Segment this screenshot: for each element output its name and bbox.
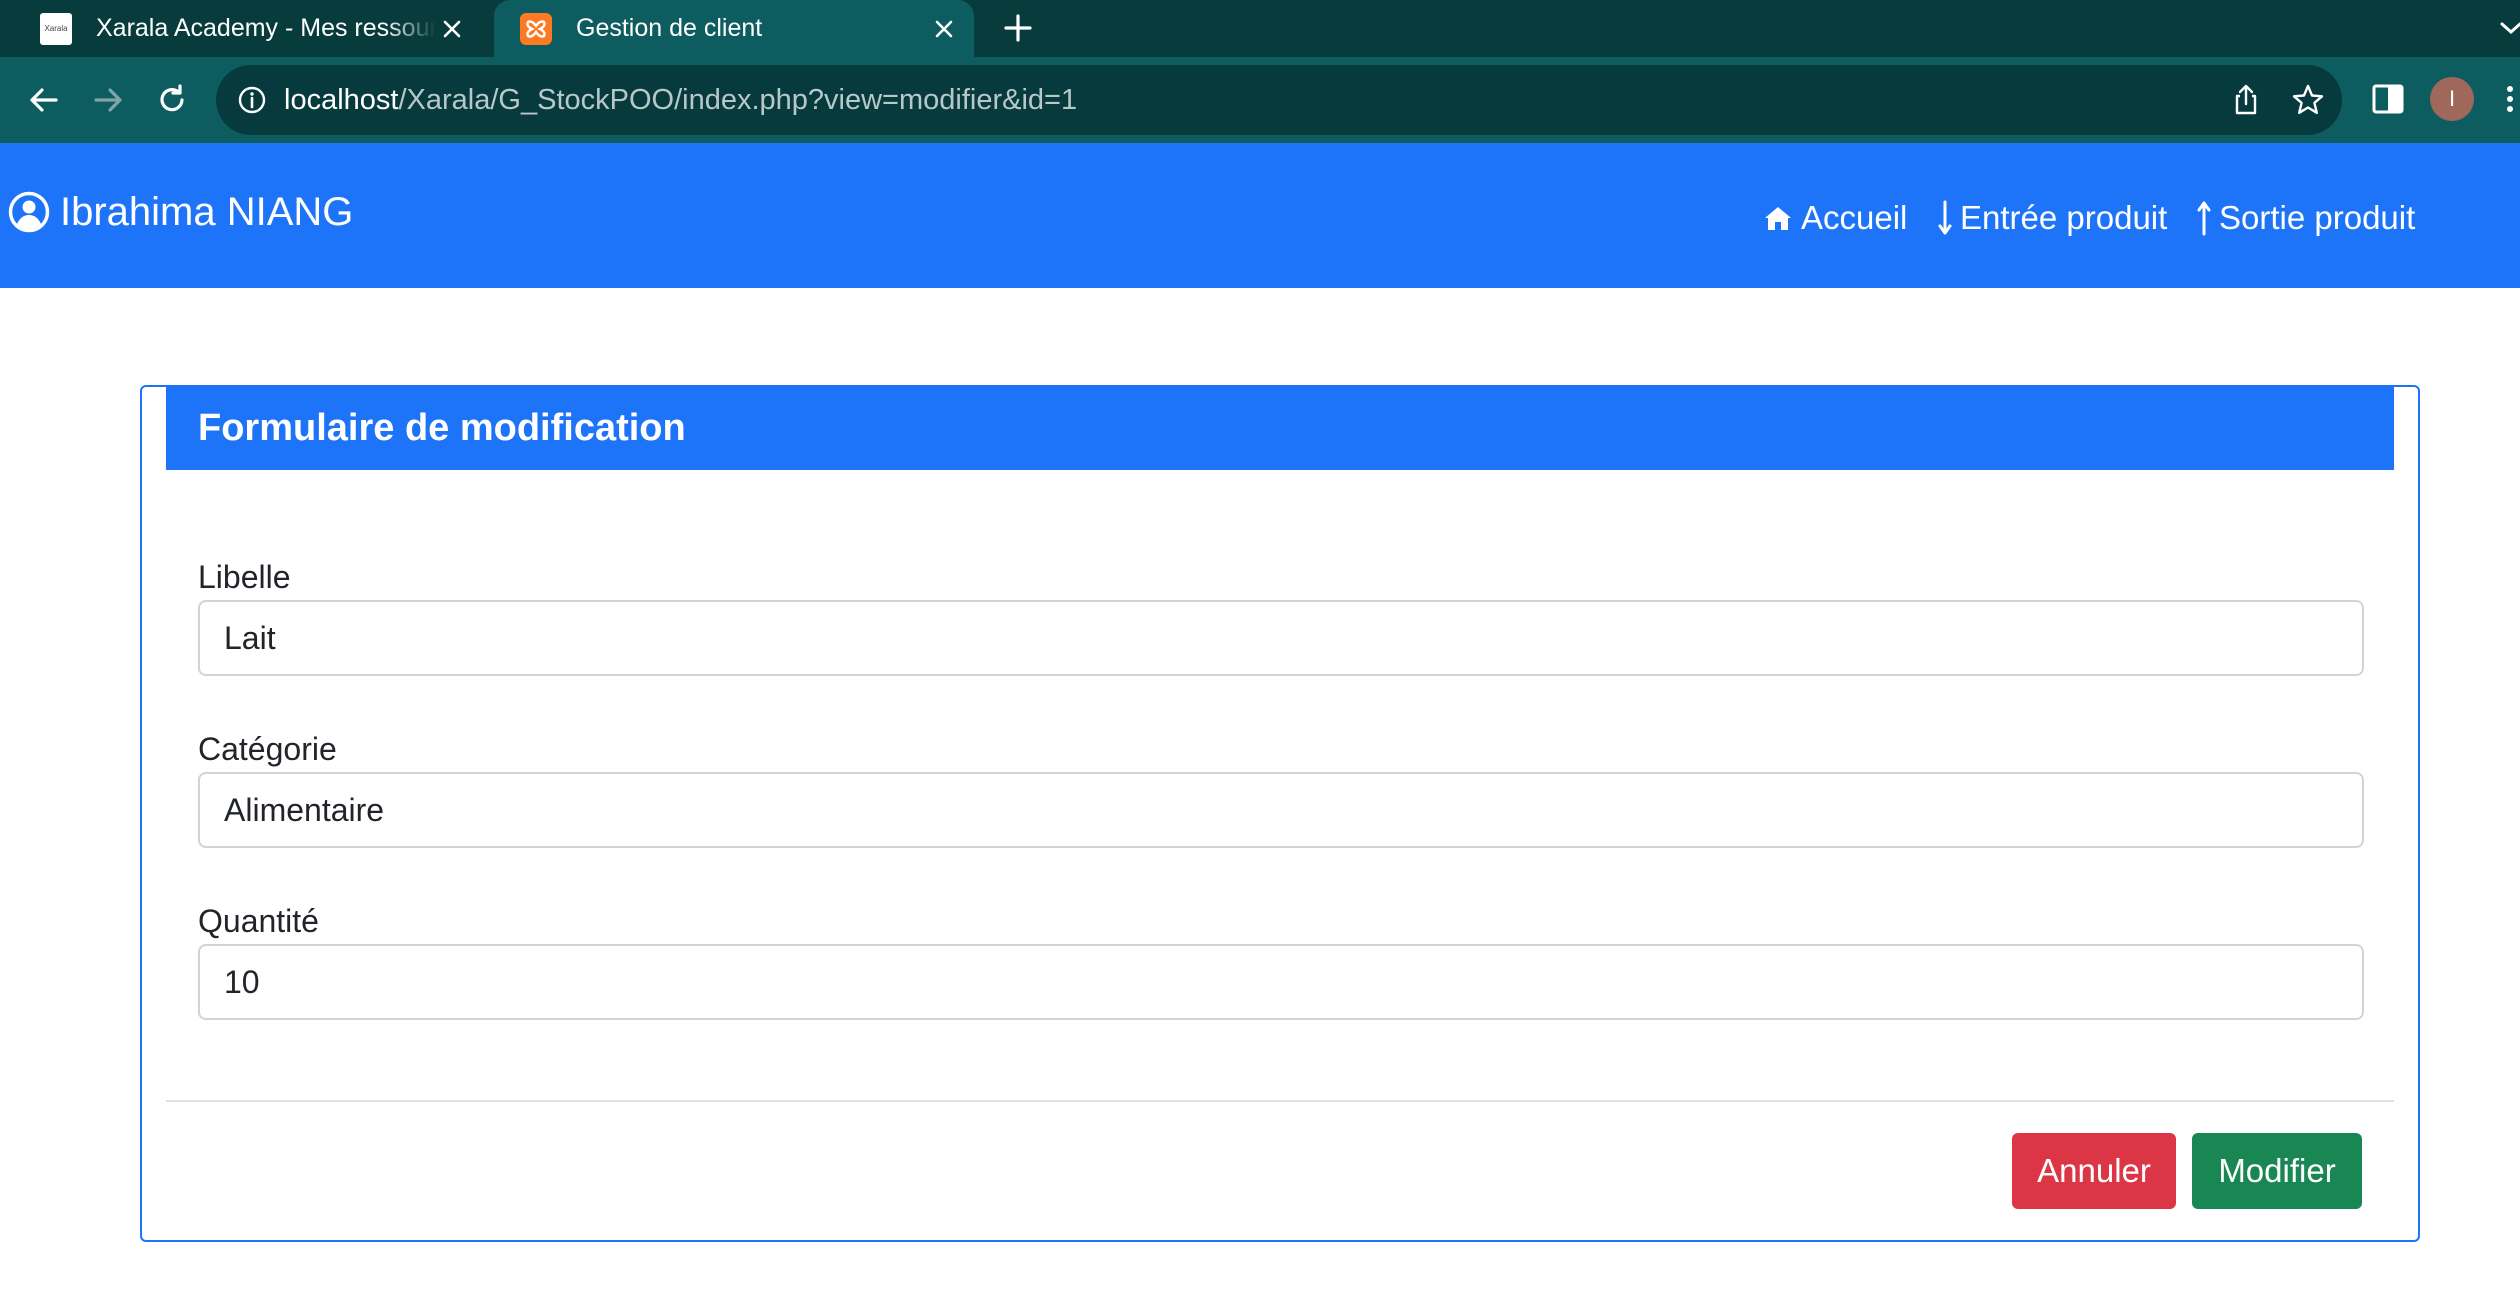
arrow-up-icon	[2197, 201, 2211, 236]
cancel-button[interactable]: Annuler	[2012, 1133, 2176, 1209]
browser-toolbar: localhost/Xarala/G_StockPOO/index.php?vi…	[0, 57, 2520, 143]
close-icon[interactable]	[436, 13, 468, 45]
edit-form-card: Formulaire de modification Libelle Catég…	[140, 385, 2420, 1242]
nav-link-label: Entrée produit	[1960, 199, 2168, 236]
nav-link-label: Accueil	[1801, 199, 1908, 236]
forward-arrow-icon[interactable]	[86, 78, 130, 122]
libelle-input[interactable]	[198, 600, 2364, 676]
arrow-down-icon	[1938, 200, 1952, 235]
back-arrow-icon[interactable]	[22, 78, 66, 122]
field-label-quantite: Quantité	[198, 903, 319, 939]
field-label-libelle: Libelle	[198, 559, 291, 595]
categorie-input[interactable]	[198, 772, 2364, 848]
browser-tab-gestion[interactable]: Gestion de client	[494, 0, 974, 57]
profile-avatar[interactable]: I	[2430, 77, 2474, 121]
share-icon[interactable]	[2228, 82, 2264, 118]
submit-button[interactable]: Modifier	[2192, 1133, 2362, 1209]
browser-tab-xarala[interactable]: Xarala Xarala Academy - Mes ressources	[22, 0, 482, 57]
url-path: /Xarala/G_StockPOO/index.php?view=modifi…	[398, 84, 1078, 116]
tab-title: Xarala Academy - Mes ressources	[96, 14, 436, 42]
nav-link-sortie-produit[interactable]: Sortie produit	[2197, 199, 2415, 237]
info-icon[interactable]	[236, 84, 268, 116]
address-bar[interactable]: localhost/Xarala/G_StockPOO/index.php?vi…	[216, 65, 2342, 135]
favicon-text: Xarala	[44, 24, 68, 33]
home-icon	[1765, 207, 1791, 230]
nav-link-label: Sortie produit	[2219, 199, 2416, 236]
more-menu-icon[interactable]	[2500, 77, 2520, 121]
field-label-categorie: Catégorie	[198, 731, 337, 767]
tab-title: Gestion de client	[576, 14, 763, 42]
quantite-input[interactable]	[198, 944, 2364, 1020]
nav-link-entree-produit[interactable]: Entrée produit	[1938, 199, 2167, 237]
close-icon[interactable]	[928, 13, 960, 45]
xampp-favicon-icon	[520, 12, 552, 45]
reload-icon[interactable]	[150, 78, 194, 122]
browser-tab-strip: Xarala Xarala Academy - Mes ressources G…	[0, 0, 2520, 57]
navbar: Ibrahima NIANG Accueil Entrée produit So…	[0, 143, 2520, 288]
footer-divider	[166, 1100, 2394, 1102]
url-host: localhost	[284, 84, 399, 116]
chevron-down-icon[interactable]	[2496, 10, 2520, 46]
nav-link-accueil[interactable]: Accueil	[1763, 199, 1907, 237]
new-tab-icon[interactable]	[998, 8, 1038, 48]
form-title: Formulaire de modification	[166, 387, 2394, 470]
url-text: localhost/Xarala/G_StockPOO/index.php?vi…	[284, 65, 1077, 135]
xarala-favicon-icon: Xarala	[40, 12, 72, 45]
bookmark-star-icon[interactable]	[2290, 82, 2326, 118]
nav-links: Accueil Entrée produit Sortie produit	[0, 193, 2520, 243]
side-panel-icon[interactable]	[2368, 79, 2408, 119]
